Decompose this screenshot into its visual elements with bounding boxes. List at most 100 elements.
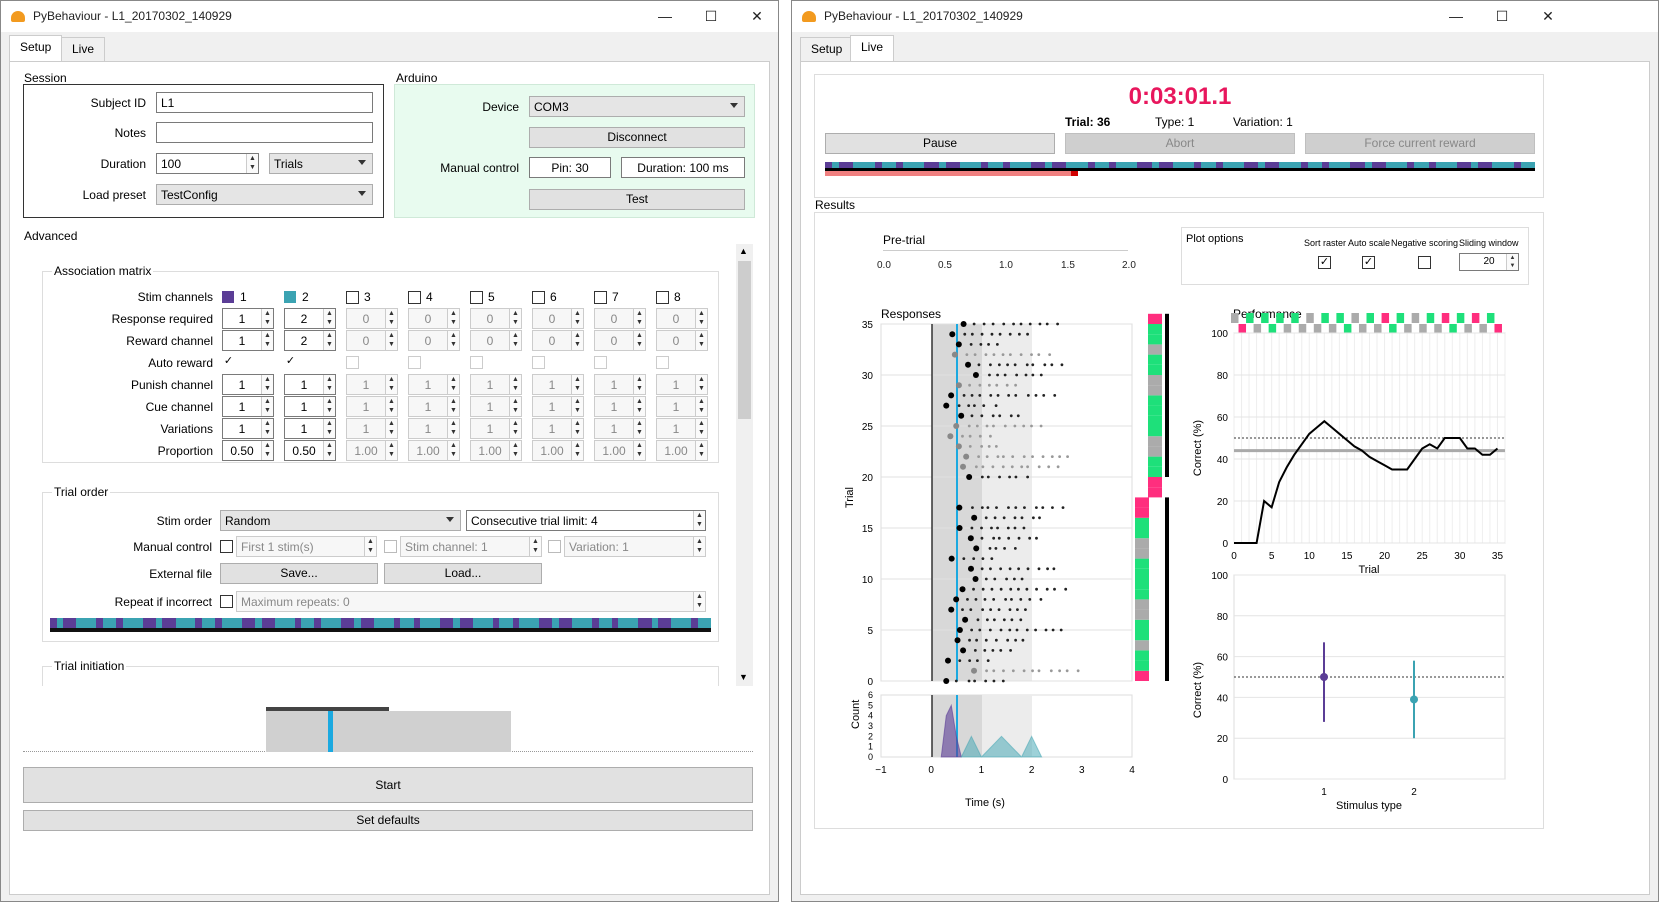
matrix-stepper[interactable]: ▲ ▼	[571, 331, 583, 350]
duration-unit-select[interactable]: Trials	[269, 153, 373, 174]
matrix-proportion-field[interactable]: 1.00 ▲ ▼	[532, 440, 584, 461]
matrix-cue-channel-field[interactable]: 1 ▲ ▼	[470, 396, 522, 417]
matrix-stepper[interactable]: ▲ ▼	[695, 441, 707, 460]
matrix-stepper[interactable]: ▲ ▼	[571, 419, 583, 438]
max-repeats-field[interactable]: Maximum repeats: 0 ▲ ▼	[236, 591, 706, 612]
matrix-response-required-field[interactable]: 0 ▲ ▼	[408, 308, 460, 329]
stim-channel-checkbox[interactable]	[594, 291, 607, 304]
matrix-variations-field[interactable]: 1 ▲ ▼	[532, 418, 584, 439]
matrix-stepper[interactable]: ▲ ▼	[261, 309, 273, 328]
matrix-stepper[interactable]: ▲ ▼	[633, 331, 645, 350]
matrix-proportion-field[interactable]: 1.00 ▲ ▼	[408, 440, 460, 461]
matrix-stepper[interactable]: ▲ ▼	[261, 397, 273, 416]
manual-variation-checkbox[interactable]	[548, 540, 561, 553]
matrix-cue-channel-field[interactable]: 1 ▲ ▼	[532, 396, 584, 417]
stim-channel-checkbox[interactable]	[656, 291, 669, 304]
matrix-response-required-field[interactable]: 1 ▲ ▼	[222, 308, 274, 329]
manual-first-field[interactable]: First 1 stim(s) ▲ ▼	[236, 536, 377, 557]
manual-variation-stepper[interactable]: ▲ ▼	[693, 537, 705, 556]
auto-reward-checkbox[interactable]	[470, 356, 483, 369]
minimize-button[interactable]: —	[1433, 1, 1479, 32]
duration-field[interactable]: 100 ▲ ▼	[156, 153, 259, 174]
advanced-scroll-area[interactable]: ▲ ▼ Association matrix Stim channels Resp…	[23, 244, 753, 686]
matrix-cue-channel-field[interactable]: 1 ▲ ▼	[284, 396, 336, 417]
matrix-stepper[interactable]: ▲ ▼	[261, 331, 273, 350]
matrix-proportion-field[interactable]: 0.50 ▲ ▼	[284, 440, 336, 461]
matrix-stepper[interactable]: ▲ ▼	[447, 375, 459, 394]
duration-stepper[interactable]: ▲ ▼	[246, 154, 258, 173]
auto-reward-checkbox[interactable]	[346, 356, 359, 369]
matrix-stepper[interactable]: ▲ ▼	[323, 419, 335, 438]
start-button[interactable]: Start	[23, 767, 753, 803]
matrix-stepper[interactable]: ▲ ▼	[447, 309, 459, 328]
matrix-stepper[interactable]: ▲ ▼	[447, 331, 459, 350]
close-button[interactable]: ✕	[1525, 1, 1571, 32]
disconnect-button[interactable]: Disconnect	[529, 127, 745, 148]
auto-reward-checkbox[interactable]: ✓	[284, 356, 297, 369]
maximize-button[interactable]: ☐	[1479, 1, 1525, 32]
tab-setup[interactable]: Setup	[800, 37, 854, 61]
matrix-stepper[interactable]: ▲ ▼	[509, 419, 521, 438]
matrix-stepper[interactable]: ▲ ▼	[447, 397, 459, 416]
matrix-cue-channel-field[interactable]: 1 ▲ ▼	[222, 396, 274, 417]
stim-channel-checkbox[interactable]	[346, 291, 359, 304]
matrix-stepper[interactable]: ▲ ▼	[385, 441, 397, 460]
subject-id-field[interactable]: L1	[156, 92, 373, 113]
matrix-response-required-field[interactable]: 0 ▲ ▼	[656, 308, 708, 329]
matrix-variations-field[interactable]: 1 ▲ ▼	[656, 418, 708, 439]
auto-reward-checkbox[interactable]: ✓	[222, 356, 235, 369]
matrix-reward-channel-field[interactable]: 1 ▲ ▼	[222, 330, 274, 351]
matrix-punish-channel-field[interactable]: 1 ▲ ▼	[594, 374, 646, 395]
manual-stim-checkbox[interactable]	[384, 540, 397, 553]
matrix-cue-channel-field[interactable]: 1 ▲ ▼	[656, 396, 708, 417]
matrix-stepper[interactable]: ▲ ▼	[695, 419, 707, 438]
negative-scoring-checkbox[interactable]	[1418, 256, 1431, 269]
manual-stim-field[interactable]: Stim channel: 1 ▲ ▼	[400, 536, 542, 557]
matrix-stepper[interactable]: ▲ ▼	[385, 375, 397, 394]
matrix-punish-channel-field[interactable]: 1 ▲ ▼	[470, 374, 522, 395]
tab-live[interactable]: Live	[61, 37, 106, 61]
matrix-stepper[interactable]: ▲ ▼	[695, 375, 707, 394]
scroll-up-icon[interactable]: ▲	[739, 246, 748, 256]
matrix-stepper[interactable]: ▲ ▼	[323, 331, 335, 350]
matrix-reward-channel-field[interactable]: 0 ▲ ▼	[532, 330, 584, 351]
matrix-proportion-field[interactable]: 1.00 ▲ ▼	[470, 440, 522, 461]
matrix-stepper[interactable]: ▲ ▼	[571, 397, 583, 416]
manual-duration-field[interactable]: Duration: 100 ms	[621, 157, 745, 178]
matrix-stepper[interactable]: ▲ ▼	[447, 441, 459, 460]
stim-channel-checkbox[interactable]	[408, 291, 421, 304]
matrix-stepper[interactable]: ▲ ▼	[323, 441, 335, 460]
matrix-proportion-field[interactable]: 1.00 ▲ ▼	[346, 440, 398, 461]
matrix-stepper[interactable]: ▲ ▼	[261, 419, 273, 438]
repeat-incorrect-checkbox[interactable]	[220, 595, 233, 608]
matrix-variations-field[interactable]: 1 ▲ ▼	[594, 418, 646, 439]
close-button[interactable]: ✕	[734, 1, 780, 32]
tab-setup[interactable]: Setup	[9, 35, 63, 61]
matrix-cue-channel-field[interactable]: 1 ▲ ▼	[408, 396, 460, 417]
matrix-variations-field[interactable]: 1 ▲ ▼	[408, 418, 460, 439]
matrix-stepper[interactable]: ▲ ▼	[261, 441, 273, 460]
scroll-down-icon[interactable]: ▼	[739, 672, 748, 682]
matrix-response-required-field[interactable]: 0 ▲ ▼	[346, 308, 398, 329]
set-defaults-button[interactable]: Set defaults	[23, 810, 753, 831]
pause-button[interactable]: Pause	[825, 133, 1055, 154]
auto-reward-checkbox[interactable]	[408, 356, 421, 369]
matrix-stepper[interactable]: ▲ ▼	[261, 375, 273, 394]
matrix-punish-channel-field[interactable]: 1 ▲ ▼	[656, 374, 708, 395]
preset-select[interactable]: TestConfig	[156, 184, 373, 205]
stim-channel-checkbox[interactable]	[470, 291, 483, 304]
matrix-stepper[interactable]: ▲ ▼	[509, 309, 521, 328]
matrix-proportion-field[interactable]: 1.00 ▲ ▼	[594, 440, 646, 461]
tab-live[interactable]: Live	[850, 35, 895, 61]
matrix-stepper[interactable]: ▲ ▼	[571, 309, 583, 328]
manual-stim-stepper[interactable]: ▲ ▼	[529, 537, 541, 556]
device-select[interactable]: COM3	[529, 96, 745, 117]
matrix-stepper[interactable]: ▲ ▼	[633, 397, 645, 416]
matrix-stepper[interactable]: ▲ ▼	[385, 419, 397, 438]
notes-field[interactable]	[156, 122, 373, 143]
matrix-stepper[interactable]: ▲ ▼	[571, 441, 583, 460]
matrix-stepper[interactable]: ▲ ▼	[509, 375, 521, 394]
matrix-variations-field[interactable]: 1 ▲ ▼	[284, 418, 336, 439]
stim-channel-checkbox[interactable]	[532, 291, 545, 304]
matrix-punish-channel-field[interactable]: 1 ▲ ▼	[408, 374, 460, 395]
